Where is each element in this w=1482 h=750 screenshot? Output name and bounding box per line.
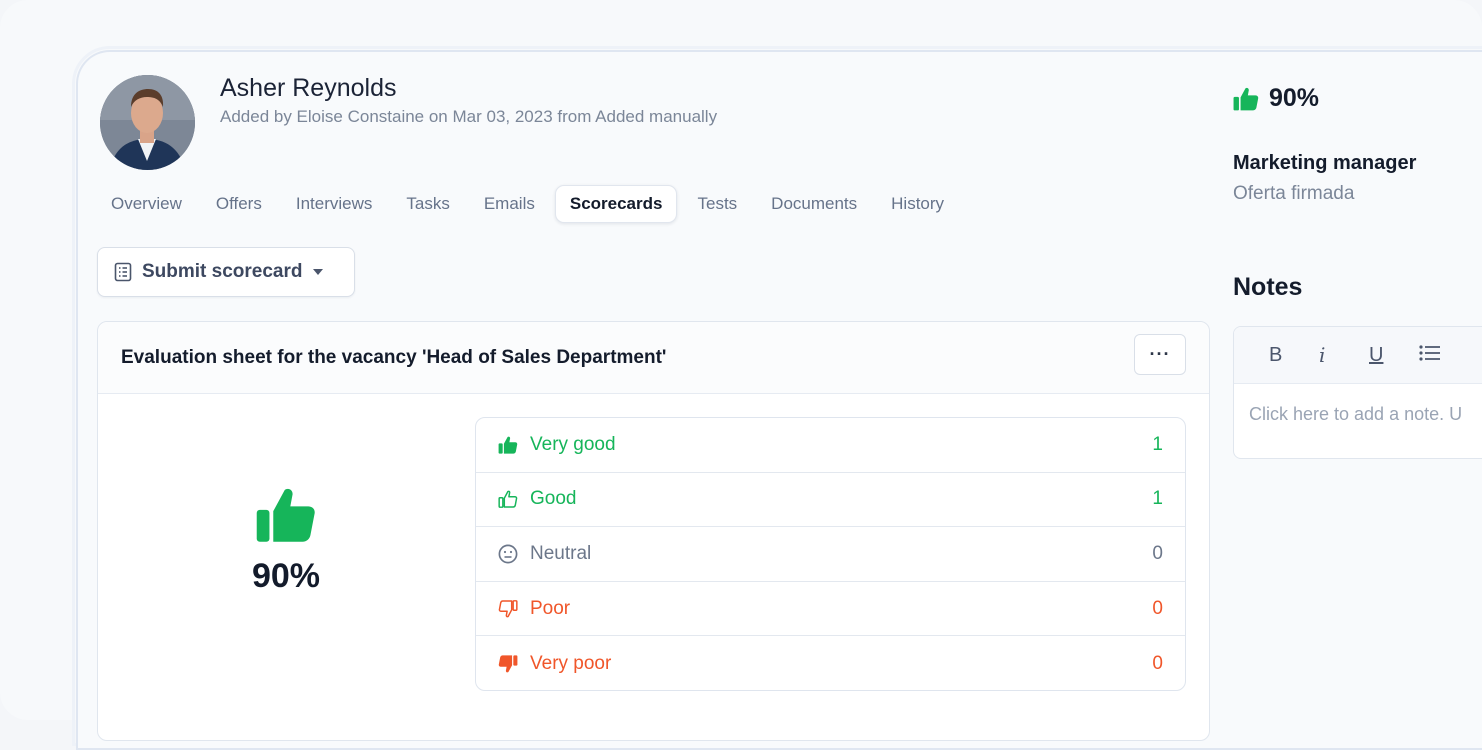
rating-label: Very poor (530, 652, 612, 674)
bullet-list-icon (1419, 344, 1440, 361)
rating-label: Neutral (530, 542, 592, 564)
underline-button[interactable]: U (1369, 344, 1419, 367)
rating-count: 0 (1152, 597, 1163, 619)
rating-label: Poor (530, 597, 571, 619)
job-title: Marketing manager (1233, 152, 1417, 174)
more-options-button[interactable]: ··· (1134, 334, 1186, 375)
candidate-name: Asher Reynolds (220, 74, 397, 102)
evaluation-card: Evaluation sheet for the vacancy 'Head o… (97, 321, 1210, 741)
evaluation-card-header: Evaluation sheet for the vacancy 'Head o… (98, 322, 1209, 394)
job-status: Oferta firmada (1233, 183, 1355, 204)
bullet-list-button[interactable] (1419, 344, 1469, 367)
neutral-face-icon (498, 544, 518, 564)
avatar-photo (100, 75, 195, 170)
rating-row-very-poor: Very poor 0 (476, 636, 1185, 690)
rating-label: Very good (530, 433, 616, 455)
tab-overview[interactable]: Overview (97, 185, 196, 223)
note-input[interactable]: Click here to add a note. U (1249, 404, 1462, 425)
submit-scorecard-label: Submit scorecard (142, 261, 303, 282)
tab-tests[interactable]: Tests (683, 185, 751, 223)
tab-offers[interactable]: Offers (202, 185, 276, 223)
checklist-icon (114, 262, 132, 282)
tab-interviews[interactable]: Interviews (282, 185, 387, 223)
notes-heading: Notes (1233, 273, 1303, 301)
thumbs-down-filled-icon (498, 655, 518, 673)
rating-row-neutral: Neutral 0 (476, 527, 1185, 582)
bold-button[interactable]: B (1269, 344, 1319, 367)
rating-count: 0 (1152, 652, 1163, 674)
notes-toolbar: B i U (1234, 327, 1482, 384)
submit-scorecard-button[interactable]: Submit scorecard (97, 247, 355, 297)
rating-count: 1 (1152, 433, 1163, 455)
rating-count: 1 (1152, 488, 1163, 510)
tab-tasks[interactable]: Tasks (392, 185, 463, 223)
caret-down-icon (312, 269, 323, 275)
evaluation-score: 90% (251, 557, 321, 595)
thumbs-down-outline-icon (498, 599, 518, 617)
tab-history[interactable]: History (877, 185, 958, 223)
rating-label: Good (530, 488, 577, 510)
tab-scorecards[interactable]: Scorecards (554, 185, 678, 223)
overall-score: 90% (1233, 84, 1319, 113)
evaluation-title: Evaluation sheet for the vacancy 'Head o… (121, 346, 667, 368)
overall-score-value: 90% (1269, 84, 1320, 112)
thumbs-up-icon (1233, 87, 1259, 110)
rating-row-very-good: Very good 1 (476, 418, 1185, 473)
rating-row-good: Good 1 (476, 473, 1185, 528)
rating-list: Very good 1 Good 1 Neutral 0 Poor 0 Very… (475, 417, 1186, 691)
candidate-added-info: Added by Eloise Constaine on Mar 03, 202… (220, 107, 718, 126)
rating-count: 0 (1152, 542, 1163, 564)
tab-bar: Overview Offers Interviews Tasks Emails … (97, 184, 964, 224)
thumbs-up-filled-icon (498, 436, 518, 454)
tab-documents[interactable]: Documents (757, 185, 871, 223)
notes-editor: B i U Click here to add a note. U (1233, 326, 1482, 459)
thumbs-up-outline-icon (498, 491, 518, 509)
avatar (100, 75, 195, 170)
tab-emails[interactable]: Emails (470, 185, 549, 223)
thumbs-up-large-icon (256, 488, 315, 542)
italic-button[interactable]: i (1319, 343, 1369, 367)
rating-row-poor: Poor 0 (476, 582, 1185, 637)
